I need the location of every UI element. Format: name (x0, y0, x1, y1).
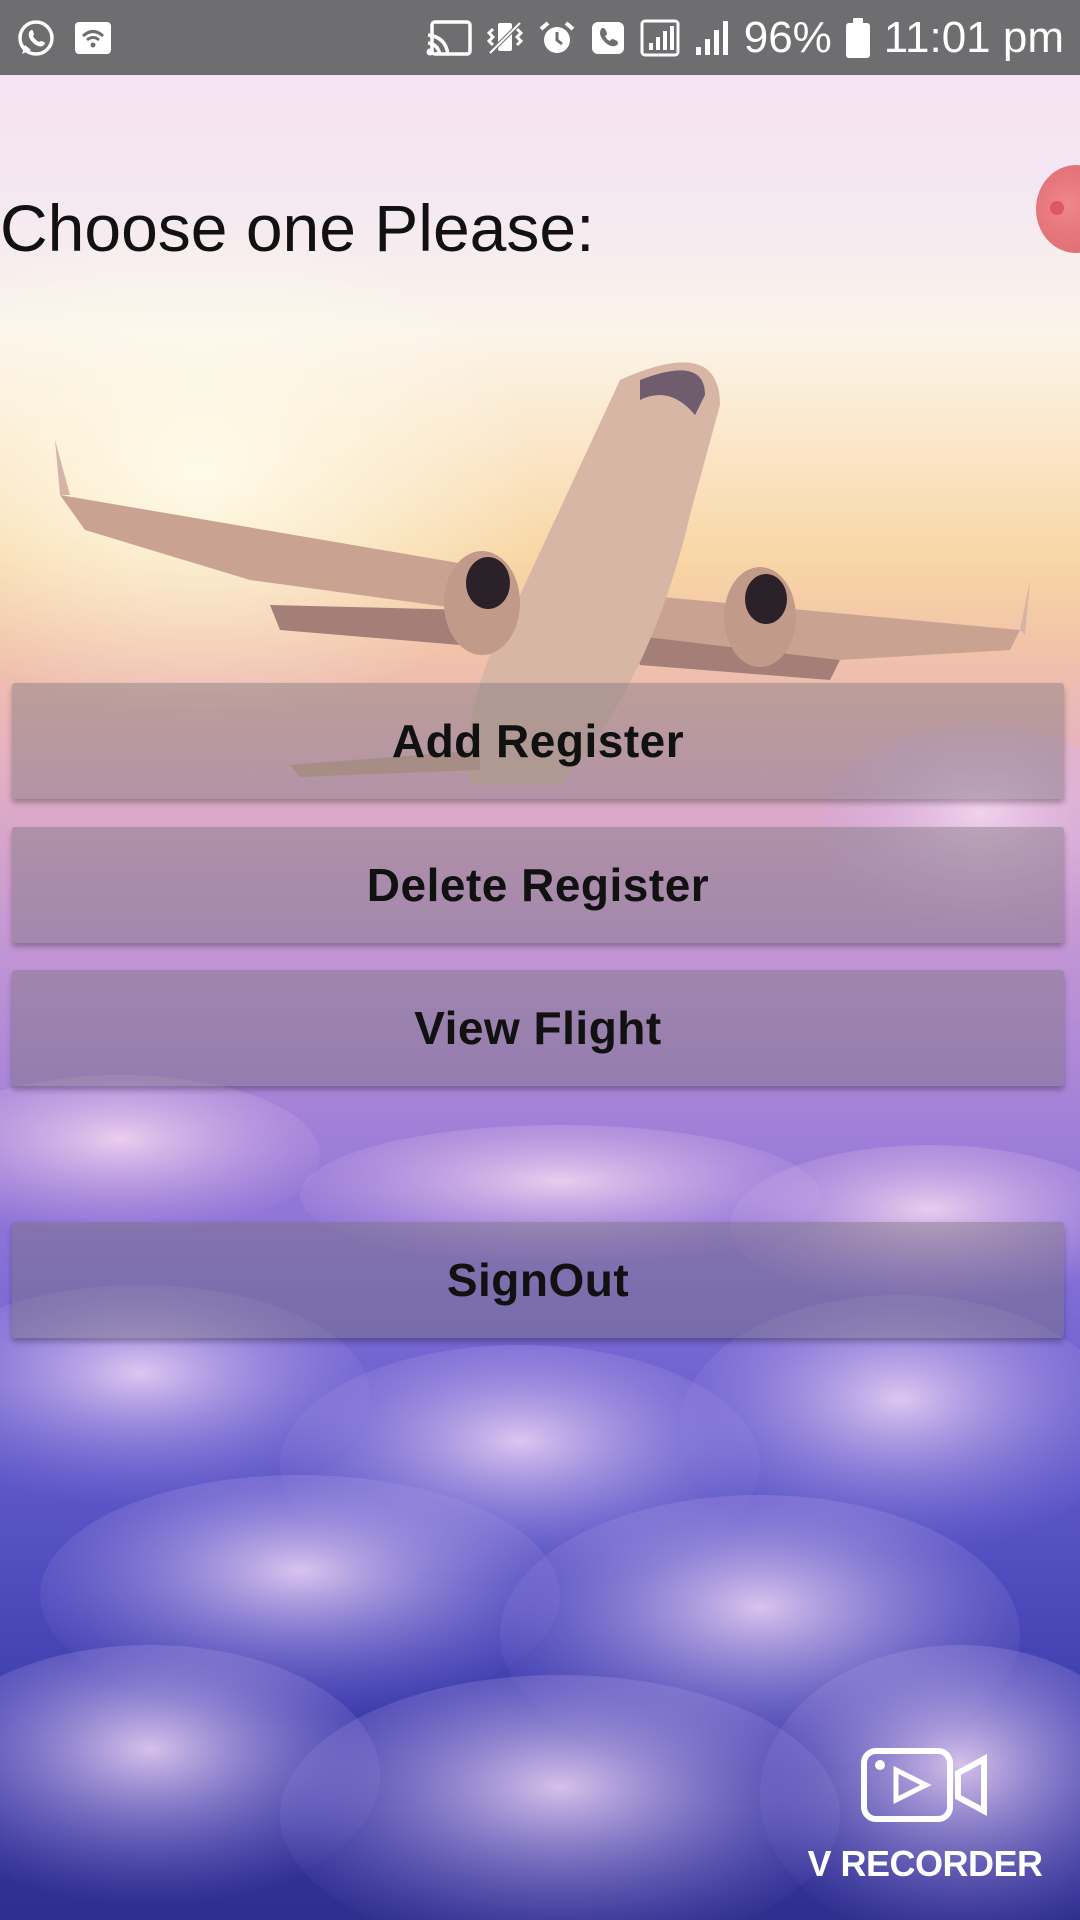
call-icon (590, 20, 626, 56)
prompt-title: Choose one Please: (0, 191, 595, 265)
video-camera-icon (861, 1748, 987, 1822)
vibrate-icon (486, 19, 524, 57)
cell-signal-icon (694, 19, 730, 57)
delete-register-button[interactable]: Delete Register (12, 827, 1064, 943)
battery-percentage: 96% (743, 12, 832, 62)
recorder-watermark: V RECORDER (790, 1745, 1060, 1895)
watermark-label: V RECORDER (807, 1843, 1043, 1884)
wifi-notification-icon (74, 19, 112, 57)
view-flight-button[interactable]: View Flight (12, 970, 1064, 1086)
alarm-icon (538, 19, 576, 57)
status-time: 11:01 pm (883, 12, 1064, 62)
record-dot-icon (1050, 201, 1064, 215)
data-signal-icon (640, 19, 680, 57)
cast-icon (426, 19, 472, 57)
battery-icon (845, 17, 870, 58)
status-bar: 96% 11:01 pm (0, 0, 1080, 75)
status-left-icons (16, 18, 112, 58)
whatsapp-icon (16, 18, 56, 58)
sign-out-button[interactable]: SignOut (12, 1222, 1064, 1338)
add-register-button[interactable]: Add Register (12, 683, 1064, 799)
status-right-icons: 96% 11:01 pm (426, 12, 1064, 62)
